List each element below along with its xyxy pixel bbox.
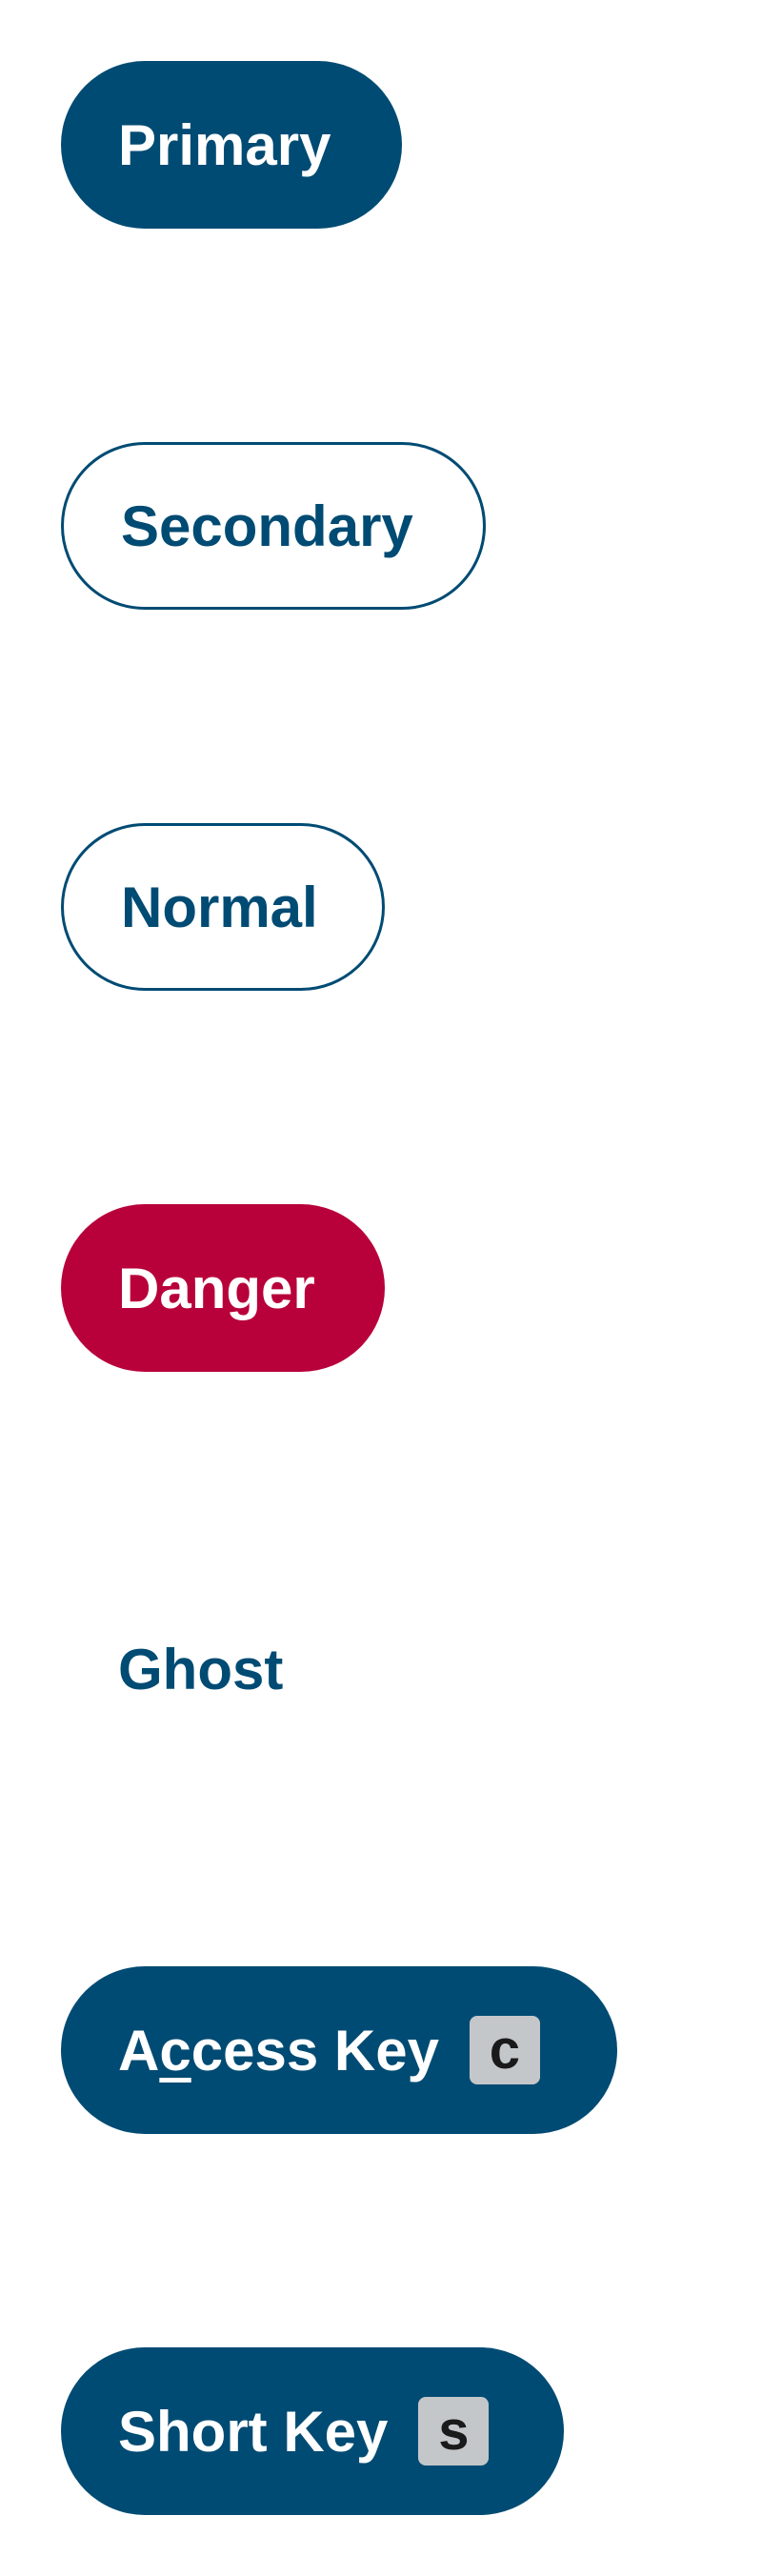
access-key-mnemonic: c <box>159 2018 191 2083</box>
primary-button[interactable]: Primary <box>61 61 402 229</box>
secondary-button-label: Secondary <box>121 493 413 558</box>
normal-button[interactable]: Normal <box>61 823 385 991</box>
ghost-button[interactable]: Ghost <box>61 1585 385 1753</box>
short-key-button[interactable]: Short Key s <box>61 2347 564 2515</box>
short-key-button-label: Short Key <box>118 2399 389 2464</box>
secondary-button[interactable]: Secondary <box>61 442 486 610</box>
access-key-button[interactable]: Access Key c <box>61 1966 617 2134</box>
access-key-label-suffix: cess Key <box>190 2018 439 2083</box>
ghost-button-label: Ghost <box>118 1637 284 1701</box>
access-key-button-label: Access Key <box>118 2018 439 2083</box>
danger-button[interactable]: Danger <box>61 1204 385 1372</box>
access-key-badge: c <box>469 2016 540 2084</box>
normal-button-label: Normal <box>121 875 318 939</box>
access-key-label-prefix: A <box>118 2018 160 2083</box>
primary-button-label: Primary <box>118 112 331 177</box>
danger-button-label: Danger <box>118 1256 315 1320</box>
short-key-badge: s <box>418 2397 490 2465</box>
